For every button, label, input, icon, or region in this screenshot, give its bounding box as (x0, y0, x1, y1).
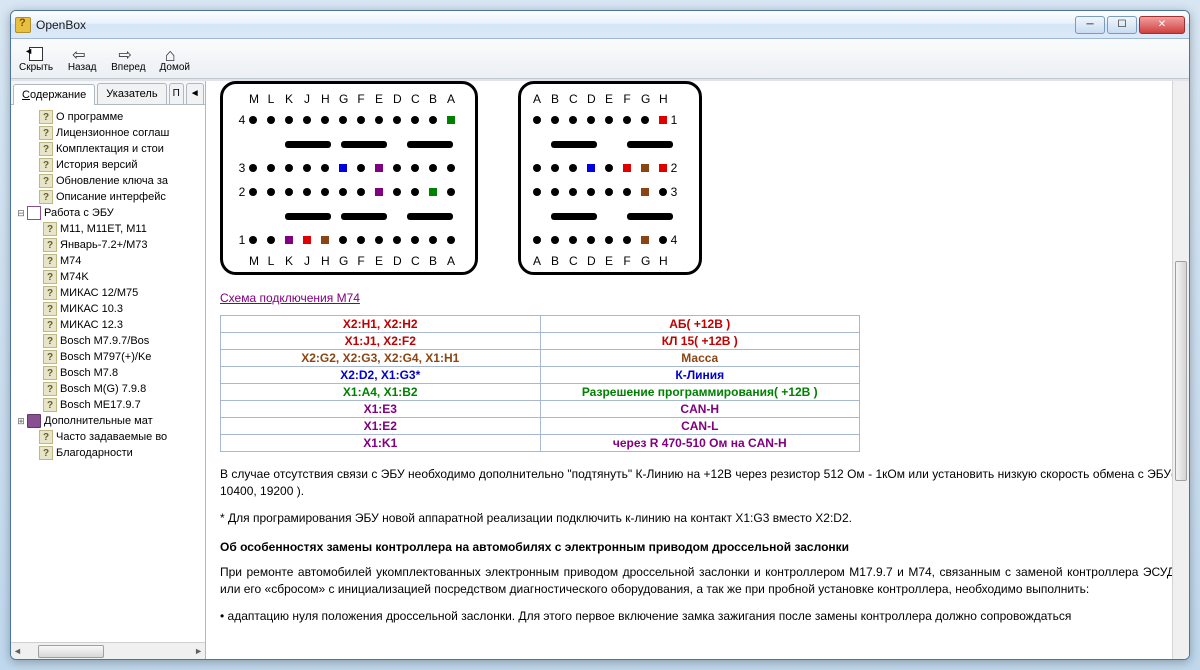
tab-search[interactable]: П (169, 83, 184, 104)
paragraph: В случае отсутствия связи с ЭБУ необходи… (220, 466, 1175, 500)
tree-item[interactable]: Bosch M7.9.7/Bos (13, 333, 203, 349)
tree-item[interactable]: МИКАС 10.3 (13, 301, 203, 317)
close-button[interactable]: ✕ (1139, 16, 1185, 34)
tree-item[interactable]: Bosch M797(+)/Ke (13, 349, 203, 365)
help-icon (39, 446, 53, 460)
scroll-thumb[interactable] (1175, 261, 1187, 481)
help-icon (43, 254, 57, 268)
nav-panel: Содержание Указатель П ◄ ► О программе Л… (11, 81, 206, 659)
help-icon (43, 334, 57, 348)
tree-item[interactable]: О программе (13, 109, 203, 125)
table-row: X1:A4, X1:B2Разрешение программирования(… (221, 384, 860, 401)
tree-item-addons[interactable]: ⊞Дополнительные мат (13, 413, 203, 429)
help-icon (39, 190, 53, 204)
help-icon (39, 126, 53, 140)
tree-hscroll[interactable]: ◄ ► (11, 642, 205, 659)
section-heading: Об особенностях замены контроллера на ав… (220, 540, 1175, 554)
table-row: X2:H1, X2:H2АБ( +12В ) (221, 316, 860, 333)
tree-item[interactable]: Комплектация и стои (13, 141, 203, 157)
app-icon (15, 17, 31, 33)
minimize-button[interactable]: ─ (1075, 16, 1105, 34)
home-icon (165, 45, 185, 61)
book-open-icon (27, 206, 41, 220)
connector-diagrams: MLKJHGFEDCBA 4 3 2 (220, 81, 1175, 275)
table-row: X1:K1через R 470-510 Ом на CAN-H (221, 435, 860, 452)
tree-item[interactable]: Обновление ключа за (13, 173, 203, 189)
window-title: OpenBox (36, 18, 1075, 32)
table-row: X1:E2CAN-L (221, 418, 860, 435)
tree-item[interactable]: МИКАС 12/М75 (13, 285, 203, 301)
toolbar: Скрыть Назад Вперед Домой (11, 39, 1189, 79)
paragraph: При ремонте автомобилей укомплектованных… (220, 564, 1175, 598)
help-icon (43, 238, 57, 252)
nav-tree[interactable]: О программе Лицензионное соглаш Комплект… (11, 105, 205, 642)
scroll-thumb[interactable] (38, 645, 104, 658)
table-row: X2:D2, X1:G3*К-Линия (221, 367, 860, 384)
table-row: X2:G2, X2:G3, X2:G4, X1:H1Масса (221, 350, 860, 367)
help-icon (43, 350, 57, 364)
table-row: X1:E3CAN-H (221, 401, 860, 418)
tree-item[interactable]: МИКАС 12.3 (13, 317, 203, 333)
content-vscroll[interactable] (1172, 81, 1189, 659)
bullet: • адаптацию нуля положения дроссельной з… (220, 608, 1175, 625)
back-icon (72, 45, 92, 61)
content-pane[interactable]: MLKJHGFEDCBA 4 3 2 (206, 81, 1189, 659)
forward-button[interactable]: Вперед (107, 43, 149, 75)
tree-item[interactable]: М11, М11ЕТ, М11 (13, 221, 203, 237)
tree-item[interactable]: M74K (13, 269, 203, 285)
maximize-button[interactable]: ☐ (1107, 16, 1137, 34)
help-icon (43, 318, 57, 332)
tree-item[interactable]: Описание интерфейс (13, 189, 203, 205)
titlebar: OpenBox ─ ☐ ✕ (11, 11, 1189, 39)
help-icon (39, 158, 53, 172)
paragraph: * Для програмирования ЭБУ новой аппаратн… (220, 510, 1175, 527)
help-icon (39, 110, 53, 124)
app-window: OpenBox ─ ☐ ✕ Скрыть Назад Вперед Домой … (10, 10, 1190, 660)
tab-prev[interactable]: ◄ (186, 83, 204, 104)
home-button[interactable]: Домой (156, 43, 194, 75)
hide-icon (26, 45, 46, 61)
hide-button[interactable]: Скрыть (15, 43, 57, 75)
help-icon (43, 302, 57, 316)
tree-item[interactable]: Благодарности (13, 445, 203, 461)
help-icon (43, 286, 57, 300)
help-icon (43, 398, 57, 412)
table-row: X1:J1, X2:F2КЛ 15( +12В ) (221, 333, 860, 350)
tree-item[interactable]: Часто задаваемые во (13, 429, 203, 445)
nav-tabs: Содержание Указатель П ◄ ► (11, 81, 205, 105)
tree-item-ecu[interactable]: ⊟Работа с ЭБУ (13, 205, 203, 221)
tree-item[interactable]: История версий (13, 157, 203, 173)
help-icon (43, 270, 57, 284)
tree-item[interactable]: Январь-7.2+/М73 (13, 237, 203, 253)
help-icon (43, 222, 57, 236)
help-icon (43, 366, 57, 380)
tab-content[interactable]: Содержание (13, 84, 95, 105)
tree-item[interactable]: Bosch M(G) 7.9.8 (13, 381, 203, 397)
tree-item[interactable]: Bosch M7.8 (13, 365, 203, 381)
help-icon (39, 142, 53, 156)
tab-index[interactable]: Указатель (97, 83, 166, 104)
forward-icon (118, 45, 138, 61)
connector-x1: MLKJHGFEDCBA 4 3 2 (220, 81, 478, 275)
connector-x2: ABCDEFGH 1 2 3 (518, 81, 702, 275)
help-icon (43, 382, 57, 396)
tree-item[interactable]: Лицензионное соглаш (13, 125, 203, 141)
help-icon (39, 430, 53, 444)
tree-item[interactable]: M74 (13, 253, 203, 269)
body-area: Содержание Указатель П ◄ ► О программе Л… (11, 79, 1189, 659)
book-icon (27, 414, 41, 428)
tree-item[interactable]: Bosch ME17.9.7 (13, 397, 203, 413)
help-icon (39, 174, 53, 188)
pinout-table: X2:H1, X2:H2АБ( +12В )X1:J1, X2:F2КЛ 15(… (220, 315, 860, 452)
back-button[interactable]: Назад (63, 43, 101, 75)
schema-link[interactable]: Схема подключения М74 (220, 291, 360, 305)
